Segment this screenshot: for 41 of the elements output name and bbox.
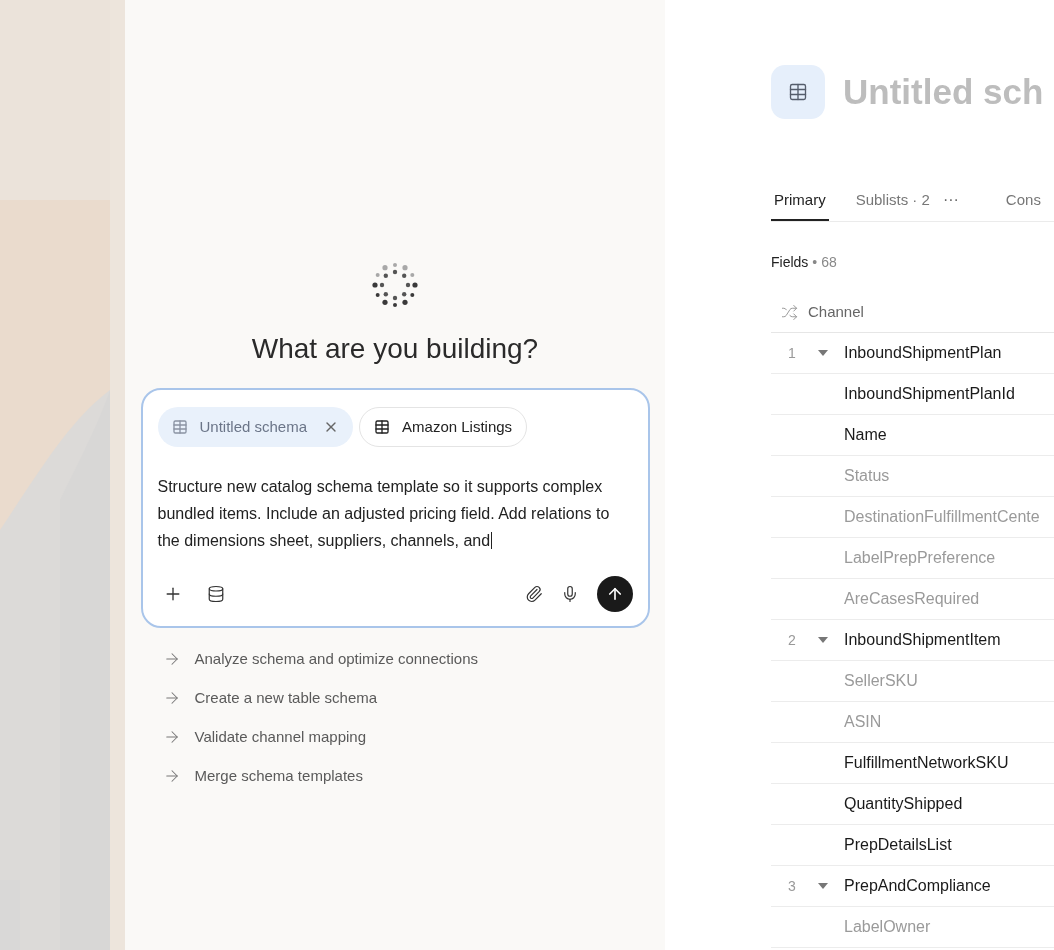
prompt-field[interactable]: Structure new catalog schema template so it supports complex bundled items. Include an adjusted pricing field. Add relations to the dimensions sheet, suppliers, channels, and (157, 473, 633, 554)
field-name[interactable]: InboundShipmentPlanId (844, 382, 1015, 406)
suggestion-item[interactable]: Validate channel mapping (162, 726, 650, 748)
tab[interactable]: Primary (771, 181, 829, 221)
field-name[interactable]: QuantityShipped (844, 792, 963, 816)
column-header: Channel (808, 302, 864, 323)
schema-title: Untitled sch (843, 70, 1044, 113)
context-chip[interactable]: Amazon Listings (359, 407, 528, 447)
field-name[interactable]: Name (844, 423, 887, 447)
table-icon (374, 419, 391, 435)
shuffle-icon (781, 304, 798, 321)
caret-down-icon[interactable] (818, 882, 828, 890)
tab[interactable]: Cons (1002, 181, 1044, 221)
tab[interactable]: Sublists · 2 (852, 181, 933, 221)
suggestion-item[interactable]: Merge schema templates (162, 765, 650, 787)
more-tabs-button[interactable]: ··· (942, 181, 959, 221)
row-number: 3 (787, 876, 797, 896)
caret-down-icon[interactable] (818, 349, 828, 357)
attach-icon[interactable] (524, 585, 543, 603)
suggestion-item[interactable]: Analyze schema and optimize connections (162, 648, 650, 670)
field-name[interactable]: FulfillmentNetworkSKU (844, 751, 1009, 775)
fields-label: Fields (771, 253, 809, 272)
caret-down-icon[interactable] (818, 636, 828, 644)
send-button[interactable] (596, 576, 633, 612)
table-icon (788, 82, 808, 102)
chip-label: Untitled schema (199, 416, 308, 437)
group-name[interactable]: PrepAndCompliance (844, 874, 991, 898)
row-number: 2 (787, 630, 797, 650)
context-chip[interactable]: Untitled schema (157, 407, 354, 447)
row-number: 1 (787, 343, 797, 363)
database-icon[interactable] (206, 585, 225, 603)
table-icon (171, 419, 188, 435)
text-cursor (491, 532, 493, 549)
group-name[interactable]: InboundShipmentItem (844, 628, 1001, 652)
suggestion-item[interactable]: Create a new table schema (162, 687, 650, 709)
group-name[interactable]: InboundShipmentPlan (844, 341, 1002, 365)
page-heading: What are you building? (251, 332, 539, 366)
fields-count: • 68 (812, 253, 837, 272)
field-name[interactable]: PrepDetailsList (844, 833, 952, 857)
loading-spinner-icon (370, 260, 420, 310)
chip-label: Amazon Listings (402, 416, 513, 437)
